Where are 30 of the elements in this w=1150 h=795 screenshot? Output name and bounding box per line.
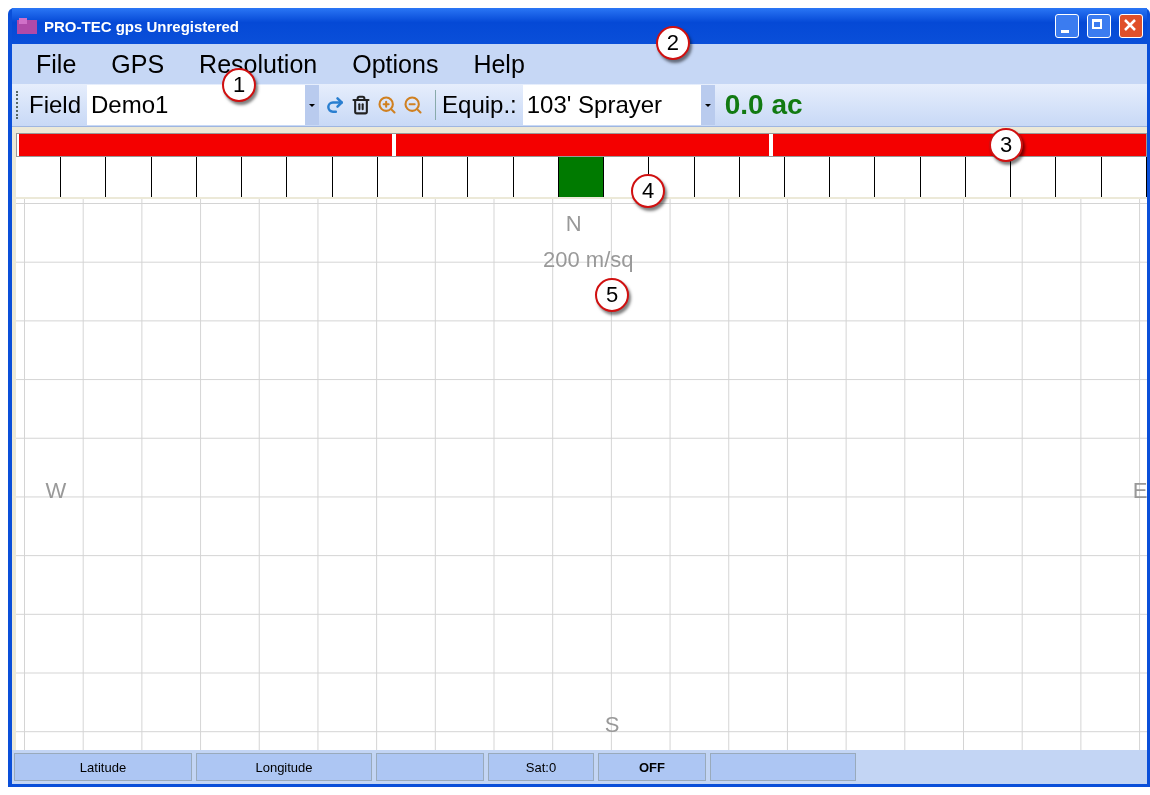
callout-number: 5 — [595, 278, 630, 312]
status-panel: Sat:0 — [488, 753, 594, 781]
zoom-out-icon[interactable] — [403, 95, 424, 115]
minimize-icon — [1061, 30, 1069, 33]
compass-south: S — [604, 712, 620, 739]
status-panel: OFF — [598, 753, 706, 781]
compass-west: W — [45, 478, 67, 504]
equip-dropdown[interactable]: 103' Sprayer — [522, 85, 715, 125]
field-label: Field — [29, 91, 82, 119]
callout-number: 3 — [989, 128, 1023, 162]
zoom-in-icon[interactable] — [377, 95, 398, 115]
scale-label: 200 m/sq — [543, 247, 634, 273]
equip-label: Equip.: — [442, 91, 517, 119]
menu-item[interactable]: Help — [473, 49, 525, 79]
minimize-button[interactable] — [1055, 14, 1079, 38]
redo-icon[interactable] — [325, 95, 346, 115]
compass-east: E — [1132, 478, 1148, 504]
area-value: 0.0 ac — [724, 89, 803, 121]
menu-item[interactable]: Options — [352, 49, 439, 79]
close-button[interactable] — [1119, 14, 1143, 38]
menu-item[interactable]: GPS — [111, 49, 165, 79]
app-icon — [16, 17, 38, 35]
status-panel: Longitude — [196, 753, 372, 781]
menu-item[interactable]: File — [36, 49, 77, 79]
maximize-icon — [1092, 19, 1102, 29]
status-panel: Latitude — [14, 753, 192, 781]
compass-north: N — [565, 211, 582, 237]
trash-icon[interactable] — [351, 95, 372, 115]
window-title: PRO-TEC gps Unregistered — [44, 17, 241, 35]
maximize-button[interactable] — [1087, 14, 1111, 38]
